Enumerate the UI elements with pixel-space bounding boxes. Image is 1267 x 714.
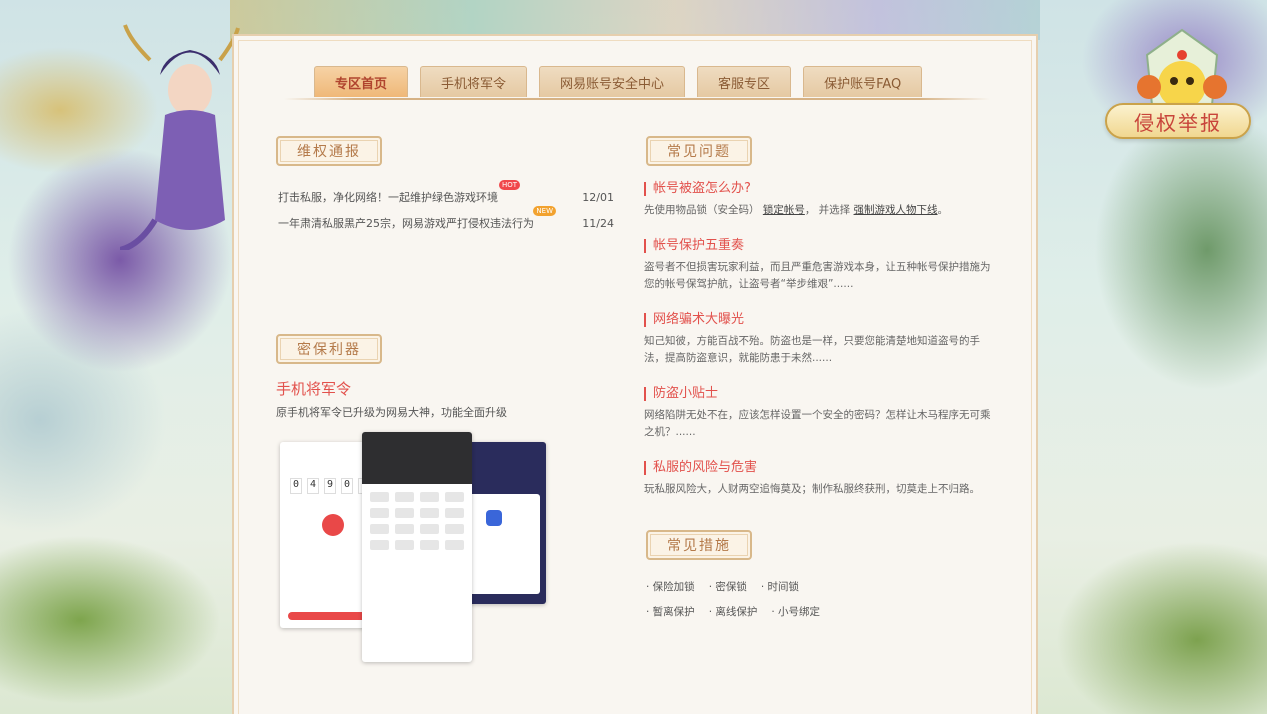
faq-question[interactable]: 帐号被盗怎么办? — [644, 182, 994, 196]
faq-answer: 玩私服风险大，人财两空追悔莫及；制作私服终获刑，切莫走上不归路。 — [644, 481, 994, 498]
nav-tabs: 专区首页 手机将军令 网易账号安全中心 客服专区 保护账号FAQ — [314, 66, 923, 98]
tab-3[interactable]: 客服专区 — [697, 66, 792, 97]
measure-link[interactable]: · 暂离保护 — [646, 604, 695, 619]
measure-link[interactable]: · 时间锁 — [761, 579, 799, 594]
tab-0[interactable]: 专区首页 — [314, 66, 409, 97]
product-name[interactable]: 手机将军令 — [276, 378, 351, 399]
faq-answer: 先使用物品锁（安全码） 锁定帐号， 并选择 强制游戏人物下线。 — [644, 202, 994, 219]
main-panel: 专区首页 手机将军令 网易账号安全中心 客服专区 保护账号FAQ 维权通报 打击私服，净… — [232, 34, 1038, 714]
faq-item: 网络骗术大曝光知己知彼，方能百战不殆。防盗也是一样，只要您能清楚地知道盗号的手法… — [644, 313, 994, 367]
section-title-news: 维权通报 — [276, 136, 382, 166]
report-infringement-button[interactable]: 侵权举报 — [1105, 103, 1251, 139]
faq-answer-text: 先使用物品锁（安全码） — [644, 204, 763, 216]
product-description: 原手机将军令已升级为网易大神，功能全面升级 — [276, 406, 507, 419]
faq-item: 防盗小贴士网络陷阱无处不在，应该怎样设置一个安全的密码？怎样让木马程序无可乘之机… — [644, 387, 994, 441]
faq-answer-text: 知己知彼，方能百战不殆。防盗也是一样，只要您能清楚地知道盗号的手法，提高防盗意识… — [644, 335, 980, 364]
measures-list: · 保险加锁 · 密保锁 · 时间锁 · 暂离保护 · 离线保护 · 小号绑定 — [646, 574, 866, 624]
section-title-security-tools: 密保利器 — [276, 334, 382, 364]
app-screenshots[interactable]: 04901 — [280, 432, 550, 662]
measure-link[interactable]: · 小号绑定 — [771, 604, 820, 619]
faq-answer-text: 盗号者不但损害玩家利益，而且严重危害游戏本身，让五种帐号保护措施为您的帐号保驾护… — [644, 261, 991, 290]
token-digit: 4 — [307, 478, 319, 494]
faq-list: 帐号被盗怎么办? 先使用物品锁（安全码） 锁定帐号， 并选择 强制游戏人物下线。帐… — [644, 182, 994, 518]
news-title-text[interactable]: 打击私服，净化网络！一起维护绿色游戏环境 — [278, 191, 498, 204]
measure-link[interactable]: · 离线保护 — [709, 604, 758, 619]
news-title[interactable]: 一年肃清私服黑产25宗，网易游戏严打侵权违法行为 NEW — [278, 206, 556, 231]
token-digit: 9 — [324, 478, 336, 494]
mascot-illustration — [1137, 28, 1227, 109]
token-digit: 0 — [290, 478, 302, 494]
hero-character-illustration — [120, 24, 240, 250]
news-badge: NEW — [533, 206, 556, 216]
measure-link[interactable]: · 保险加锁 — [646, 579, 695, 594]
measures-row: · 暂离保护 · 离线保护 · 小号绑定 — [646, 599, 866, 624]
news-title-text[interactable]: 一年肃清私服黑产25宗，网易游戏严打侵权违法行为 — [278, 217, 534, 230]
faq-answer: 知己知彼，方能百战不殆。防盗也是一样，只要您能清楚地知道盗号的手法，提高防盗意识… — [644, 333, 994, 367]
faq-answer-text: 网络陷阱无处不在，应该怎样设置一个安全的密码？怎样让木马程序无可乘之机？....… — [644, 409, 991, 438]
measure-link[interactable]: · 密保锁 — [709, 579, 747, 594]
app-icon — [486, 510, 502, 526]
token-digit: 0 — [341, 478, 353, 494]
refresh-token-icon — [322, 514, 344, 536]
tab-1[interactable]: 手机将军令 — [420, 66, 528, 97]
faq-question[interactable]: 私服的风险与危害 — [644, 461, 994, 475]
faq-answer-link[interactable]: 强制游戏人物下线 — [854, 204, 938, 216]
faq-answer-link[interactable]: 锁定帐号 — [763, 204, 805, 216]
news-date: 11/24 — [582, 216, 614, 230]
faq-question[interactable]: 帐号保护五重奏 — [644, 239, 994, 253]
faq-item: 帐号保护五重奏盗号者不但损害玩家利益，而且严重危害游戏本身，让五种帐号保护措施为… — [644, 239, 994, 293]
faq-answer-text: 玩私服风险大，人财两空追悔莫及；制作私服终获刑，切莫走上不归路。 — [644, 483, 980, 495]
section-title-faq: 常见问题 — [646, 136, 752, 166]
news-title[interactable]: 打击私服，净化网络！一起维护绿色游戏环境 HOT — [278, 180, 520, 205]
faq-answer: 网络陷阱无处不在，应该怎样设置一个安全的密码？怎样让木马程序无可乘之机？....… — [644, 407, 994, 441]
phone-screenshot-app-home — [362, 432, 472, 662]
tab-4[interactable]: 保护账号FAQ — [803, 66, 923, 97]
faq-question[interactable]: 防盗小贴士 — [644, 387, 994, 401]
faq-item: 帐号被盗怎么办? 先使用物品锁（安全码） 锁定帐号， 并选择 强制游戏人物下线。 — [644, 182, 994, 219]
faq-answer: 盗号者不但损害玩家利益，而且严重危害游戏本身，让五种帐号保护措施为您的帐号保驾护… — [644, 259, 994, 293]
news-badge: HOT — [498, 180, 520, 190]
news-item[interactable]: 一年肃清私服黑产25宗，网易游戏严打侵权违法行为 NEW 11/24 — [278, 206, 614, 236]
faq-answer-text: 。 — [937, 204, 949, 216]
news-item[interactable]: 打击私服，净化网络！一起维护绿色游戏环境 HOT 12/01 — [278, 180, 614, 210]
faq-question[interactable]: 网络骗术大曝光 — [644, 313, 994, 327]
faq-answer-text: ， 并选择 — [804, 204, 854, 216]
section-title-measures: 常见措施 — [646, 530, 752, 560]
news-date: 12/01 — [582, 190, 614, 204]
news-list: 打击私服，净化网络！一起维护绿色游戏环境 HOT 12/01 一年肃清私服黑产25宗，… — [278, 180, 614, 236]
faq-item: 私服的风险与危害 玩私服风险大，人财两空追悔莫及；制作私服终获刑，切莫走上不归路。 — [644, 461, 994, 498]
measures-row: · 保险加锁 · 密保锁 · 时间锁 — [646, 574, 866, 599]
tab-2[interactable]: 网易账号安全中心 — [539, 66, 686, 97]
tabs-divider — [284, 98, 990, 100]
